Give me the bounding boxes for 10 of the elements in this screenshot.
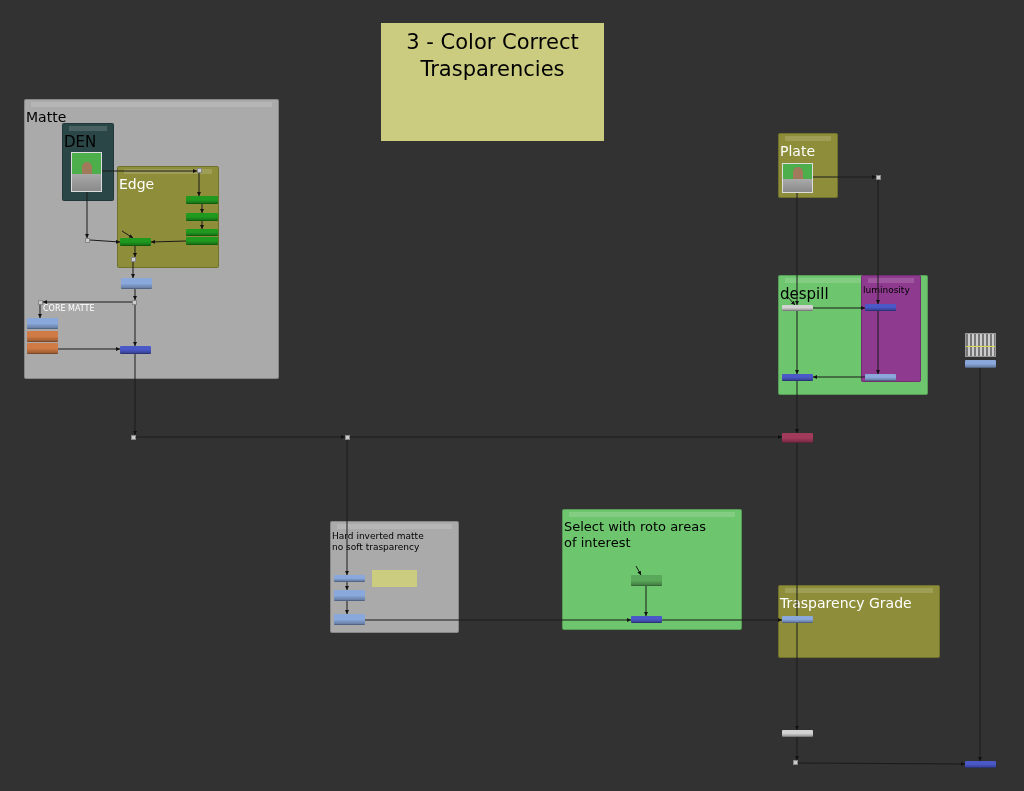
backdrop-label: despill [780, 285, 829, 304]
backdrop-label: Select with roto areas of interest [564, 519, 706, 552]
backdrop-label: Hard inverted matte no soft trasparency [332, 531, 424, 554]
backdrop-label: Edge [119, 176, 155, 194]
note-title: 3 - Color Correct Trasparencies [405, 29, 580, 83]
backdrop-label: luminosity [863, 285, 910, 297]
backdrop-label: Trasparency Grade [780, 595, 912, 613]
dot-label: CORE MATTE [43, 303, 95, 315]
backdrop-label: Plate [780, 143, 815, 161]
backdrop-label: DEN [64, 133, 97, 152]
